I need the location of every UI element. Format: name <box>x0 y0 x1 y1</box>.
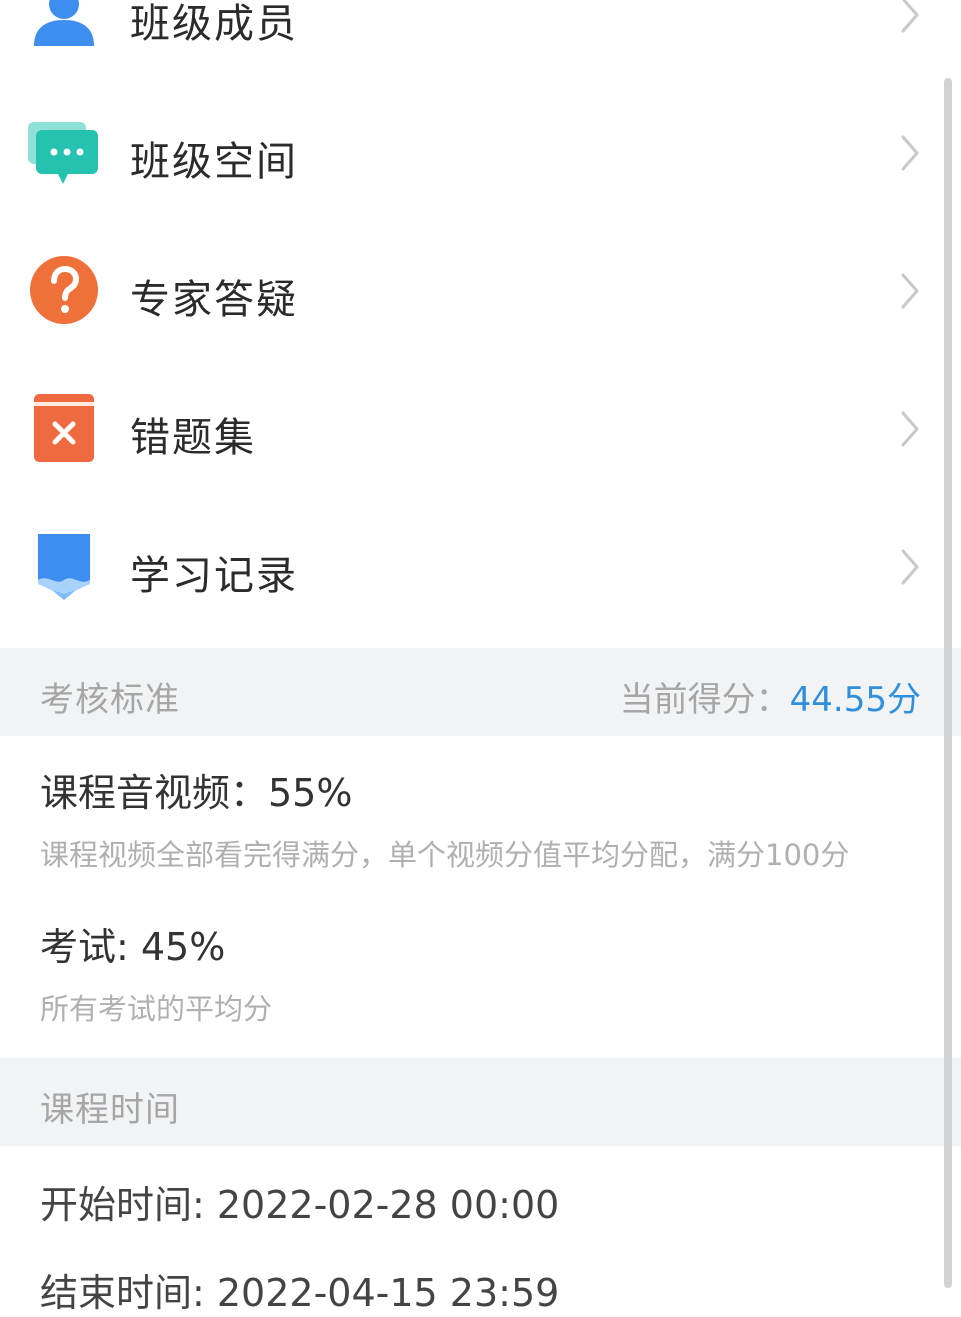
chevron-right-icon <box>901 273 919 309</box>
menu-item-label: 班级成员 <box>130 1 298 47</box>
course-time-section-header: 课程时间 <box>0 1058 961 1146</box>
chevron-right-icon <box>901 135 919 171</box>
study-record-icon <box>38 534 90 600</box>
menu-item-study-record[interactable]: 学习记录 <box>0 499 961 637</box>
menu-item-label: 专家答疑 <box>130 277 298 323</box>
current-score-label: 当前得分： <box>619 680 790 720</box>
chat-bubble-icon <box>28 122 98 184</box>
menu-item-class-members[interactable]: 班级成员 <box>0 0 961 85</box>
menu-item-wrong-questions[interactable]: 错题集 <box>0 361 961 499</box>
chevron-right-icon <box>901 549 919 585</box>
criteria-exam-description: 所有考试的平均分 <box>40 992 273 1026</box>
chevron-right-icon <box>901 411 919 447</box>
menu-item-label: 错题集 <box>130 415 256 461</box>
criteria-video-title: 课程音视频：55% <box>40 771 353 815</box>
current-score-value: 44.55分 <box>789 680 921 720</box>
assessment-section-title: 考核标准 <box>40 680 180 720</box>
assessment-section-header: 考核标准 当前得分：44.55分 <box>0 648 961 736</box>
menu-item-class-space[interactable]: 班级空间 <box>0 85 961 223</box>
menu-item-expert-qa[interactable]: 专家答疑 <box>0 223 961 361</box>
vertical-scrollbar[interactable] <box>944 78 952 1288</box>
member-icon <box>34 0 94 46</box>
criteria-video-description: 课程视频全部看完得满分，单个视频分值平均分配，满分100分 <box>40 838 850 872</box>
menu-item-label: 班级空间 <box>130 139 298 185</box>
question-icon <box>30 256 98 324</box>
course-time-section-title: 课程时间 <box>40 1090 180 1130</box>
wrong-questions-icon <box>34 394 94 462</box>
criteria-exam-title: 考试: 45% <box>40 925 226 969</box>
current-score: 当前得分：44.55分 <box>620 672 921 721</box>
course-start-time: 开始时间: 2022-02-28 00:00 <box>40 1183 560 1227</box>
menu-item-label: 学习记录 <box>130 553 298 599</box>
course-end-time: 结束时间: 2022-04-15 23:59 <box>40 1271 560 1315</box>
chevron-right-icon <box>901 0 919 33</box>
